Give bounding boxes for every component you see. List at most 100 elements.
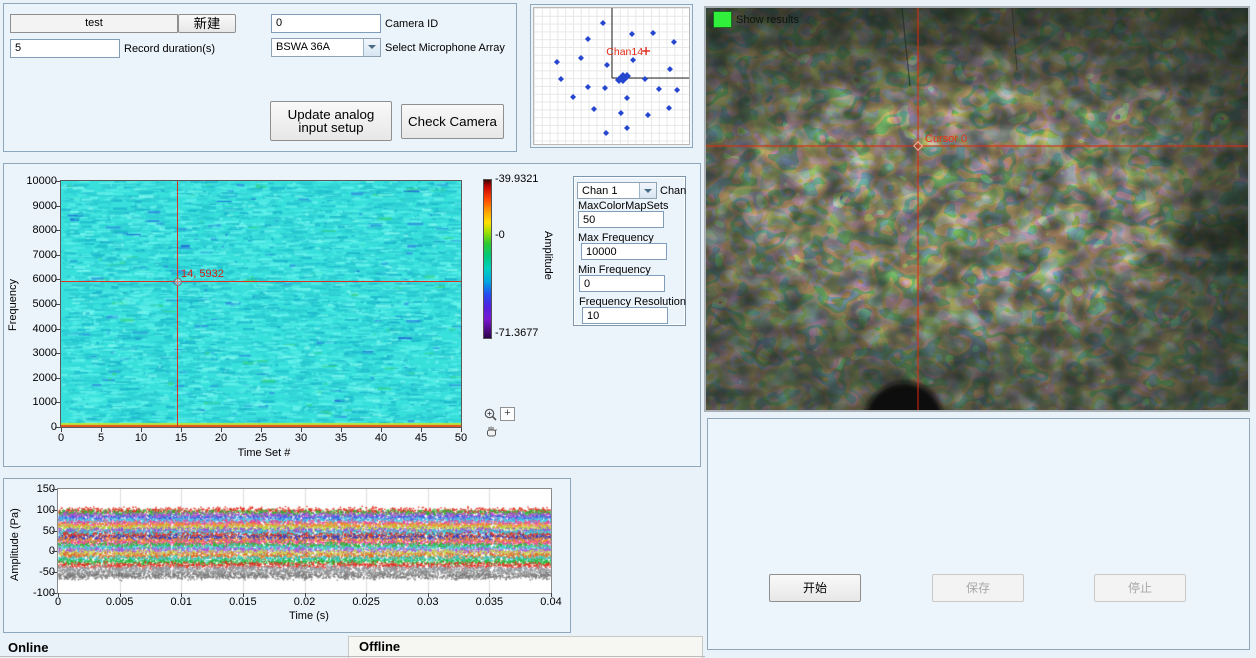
colorbar-mid-label: -0	[495, 229, 505, 241]
spectrogram-y-tick-label: 9000	[11, 200, 57, 212]
mic-point	[578, 55, 584, 61]
colorbar-min-label: -71.3677	[495, 327, 538, 339]
spectrogram-y-tickmark	[55, 427, 60, 428]
spectrogram-x-tickmark	[261, 428, 262, 432]
spectrogram-cursor-vline[interactable]	[177, 181, 178, 427]
spectrogram-y-tick-label: 5000	[11, 298, 57, 310]
spectrogram-y-tickmark	[55, 378, 60, 379]
analysis-controls-panel: Chan 1 Chan MaxColorMapSets 50 Max Frequ…	[573, 176, 686, 326]
spectrogram-x-tick-label: 0	[43, 432, 79, 444]
spectrogram-cursor-readout: 14, 5932	[181, 268, 224, 280]
channel-label: Chan	[660, 185, 686, 197]
svg-text:Cursor 0: Cursor 0	[925, 133, 967, 145]
chevron-down-icon[interactable]	[639, 183, 656, 198]
cursor-tool-icon[interactable]: +	[500, 407, 515, 421]
mic-point	[650, 30, 656, 36]
camera-view-frame: Cursor 0 Show results	[704, 6, 1250, 412]
spectrogram-x-tickmark	[341, 428, 342, 432]
tab-strip-divider	[0, 656, 705, 657]
spectrogram-x-tick-label: 40	[363, 432, 399, 444]
waveform-y-tick-label: 0	[9, 545, 55, 557]
check-camera-button[interactable]: Check Camera	[401, 104, 504, 139]
spectrogram-y-tick-label: 7000	[11, 249, 57, 261]
stop-button[interactable]: 停止	[1094, 574, 1186, 602]
camera-id-field[interactable]: 0	[271, 14, 381, 33]
spectrogram-y-tickmark	[55, 181, 60, 182]
waveform-x-tickmark	[551, 593, 552, 597]
colorbar-max-label: -39.9321	[495, 173, 538, 185]
record-duration-field[interactable]: 5	[10, 39, 120, 58]
camera-id-label: Camera ID	[385, 18, 438, 30]
spectrogram-y-tick-label: 1000	[11, 396, 57, 408]
colorbar-axis-label: Amplitude	[542, 231, 554, 280]
mic-array-plot[interactable]: Chan14	[533, 7, 690, 145]
spectrogram-x-tick-label: 30	[283, 432, 319, 444]
test-name-field[interactable]: test	[10, 14, 178, 33]
spectrogram-panel: Frequency 100009000800070006000500040003…	[3, 163, 701, 467]
waveform-x-tick-label: 0.015	[225, 596, 261, 608]
waveform-x-tick-label: 0.04	[533, 596, 569, 608]
mic-point	[591, 106, 597, 112]
spectrogram-y-tickmark	[55, 255, 60, 256]
spectrogram-y-tickmark	[55, 206, 60, 207]
mic-point	[602, 85, 608, 91]
new-button[interactable]: 新建	[178, 14, 236, 33]
min-frequency-field[interactable]: 0	[579, 275, 665, 292]
spectrogram-y-tickmark	[55, 402, 60, 403]
mic-array-points: Chan14	[534, 8, 689, 144]
waveform-y-tickmark	[52, 510, 57, 511]
spectrogram-y-tick-label: 2000	[11, 372, 57, 384]
tab-offline[interactable]: Offline	[348, 636, 703, 658]
mic-point	[603, 130, 609, 136]
mic-point	[674, 87, 680, 93]
waveform-x-tick-label: 0.035	[471, 596, 507, 608]
spectrogram-x-tickmark	[301, 428, 302, 432]
channel-dropdown[interactable]: Chan 1	[577, 182, 657, 199]
mic-point	[645, 112, 651, 118]
record-duration-label: Record duration(s)	[124, 43, 215, 55]
action-panel: 开始 保存 停止	[707, 418, 1250, 650]
waveform-x-tickmark	[305, 593, 306, 597]
spectrogram-x-tickmark	[181, 428, 182, 432]
acoustic-map-image[interactable]: Cursor 0	[706, 8, 1248, 410]
waveform-x-tick-label: 0.025	[348, 596, 384, 608]
maxcolormapsets-field[interactable]: 50	[578, 211, 664, 228]
waveform-y-tickmark	[52, 489, 57, 490]
save-button[interactable]: 保存	[932, 574, 1024, 602]
mic-point	[585, 84, 591, 90]
mic-point	[604, 62, 610, 68]
waveform-canvas[interactable]	[58, 489, 551, 593]
spectrogram-x-tickmark	[221, 428, 222, 432]
mic-point	[624, 95, 630, 101]
show-results-label: Show results	[736, 14, 799, 26]
spectrogram-y-tick-label: 3000	[11, 347, 57, 359]
mic-point	[600, 20, 606, 26]
spectrogram-y-tick-label: 10000	[11, 175, 57, 187]
pan-tool-icon[interactable]	[484, 424, 499, 439]
spectrogram-y-tickmark	[55, 304, 60, 305]
show-results-indicator[interactable]	[713, 11, 732, 28]
spectrogram-canvas[interactable]	[61, 181, 461, 427]
waveform-x-tick-label: 0.02	[287, 596, 323, 608]
mic-point	[618, 110, 624, 116]
spectrogram-cursor-hline[interactable]	[61, 281, 461, 282]
frequency-resolution-field[interactable]: 10	[582, 307, 668, 324]
zoom-tool-icon[interactable]	[483, 407, 499, 423]
waveform-x-tickmark	[181, 593, 182, 597]
mic-array-dropdown[interactable]: BSWA 36A	[271, 38, 381, 57]
spectrogram-y-tick-label: 4000	[11, 323, 57, 335]
waveform-x-tickmark	[120, 593, 121, 597]
chevron-down-icon[interactable]	[363, 39, 380, 56]
mic-point	[667, 66, 673, 72]
spectrogram-x-tickmark	[381, 428, 382, 432]
tab-online[interactable]: Online	[8, 640, 48, 655]
mic-point	[585, 36, 591, 42]
max-frequency-field[interactable]: 10000	[581, 243, 667, 260]
start-button[interactable]: 开始	[769, 574, 861, 602]
waveform-x-tick-label: 0.005	[102, 596, 138, 608]
waveform-y-tick-label: 150	[9, 483, 55, 495]
spectrogram-x-tick-label: 35	[323, 432, 359, 444]
update-analog-input-button[interactable]: Update analog input setup	[270, 101, 392, 141]
spectrogram-x-tickmark	[141, 428, 142, 432]
waveform-x-tickmark	[489, 593, 490, 597]
